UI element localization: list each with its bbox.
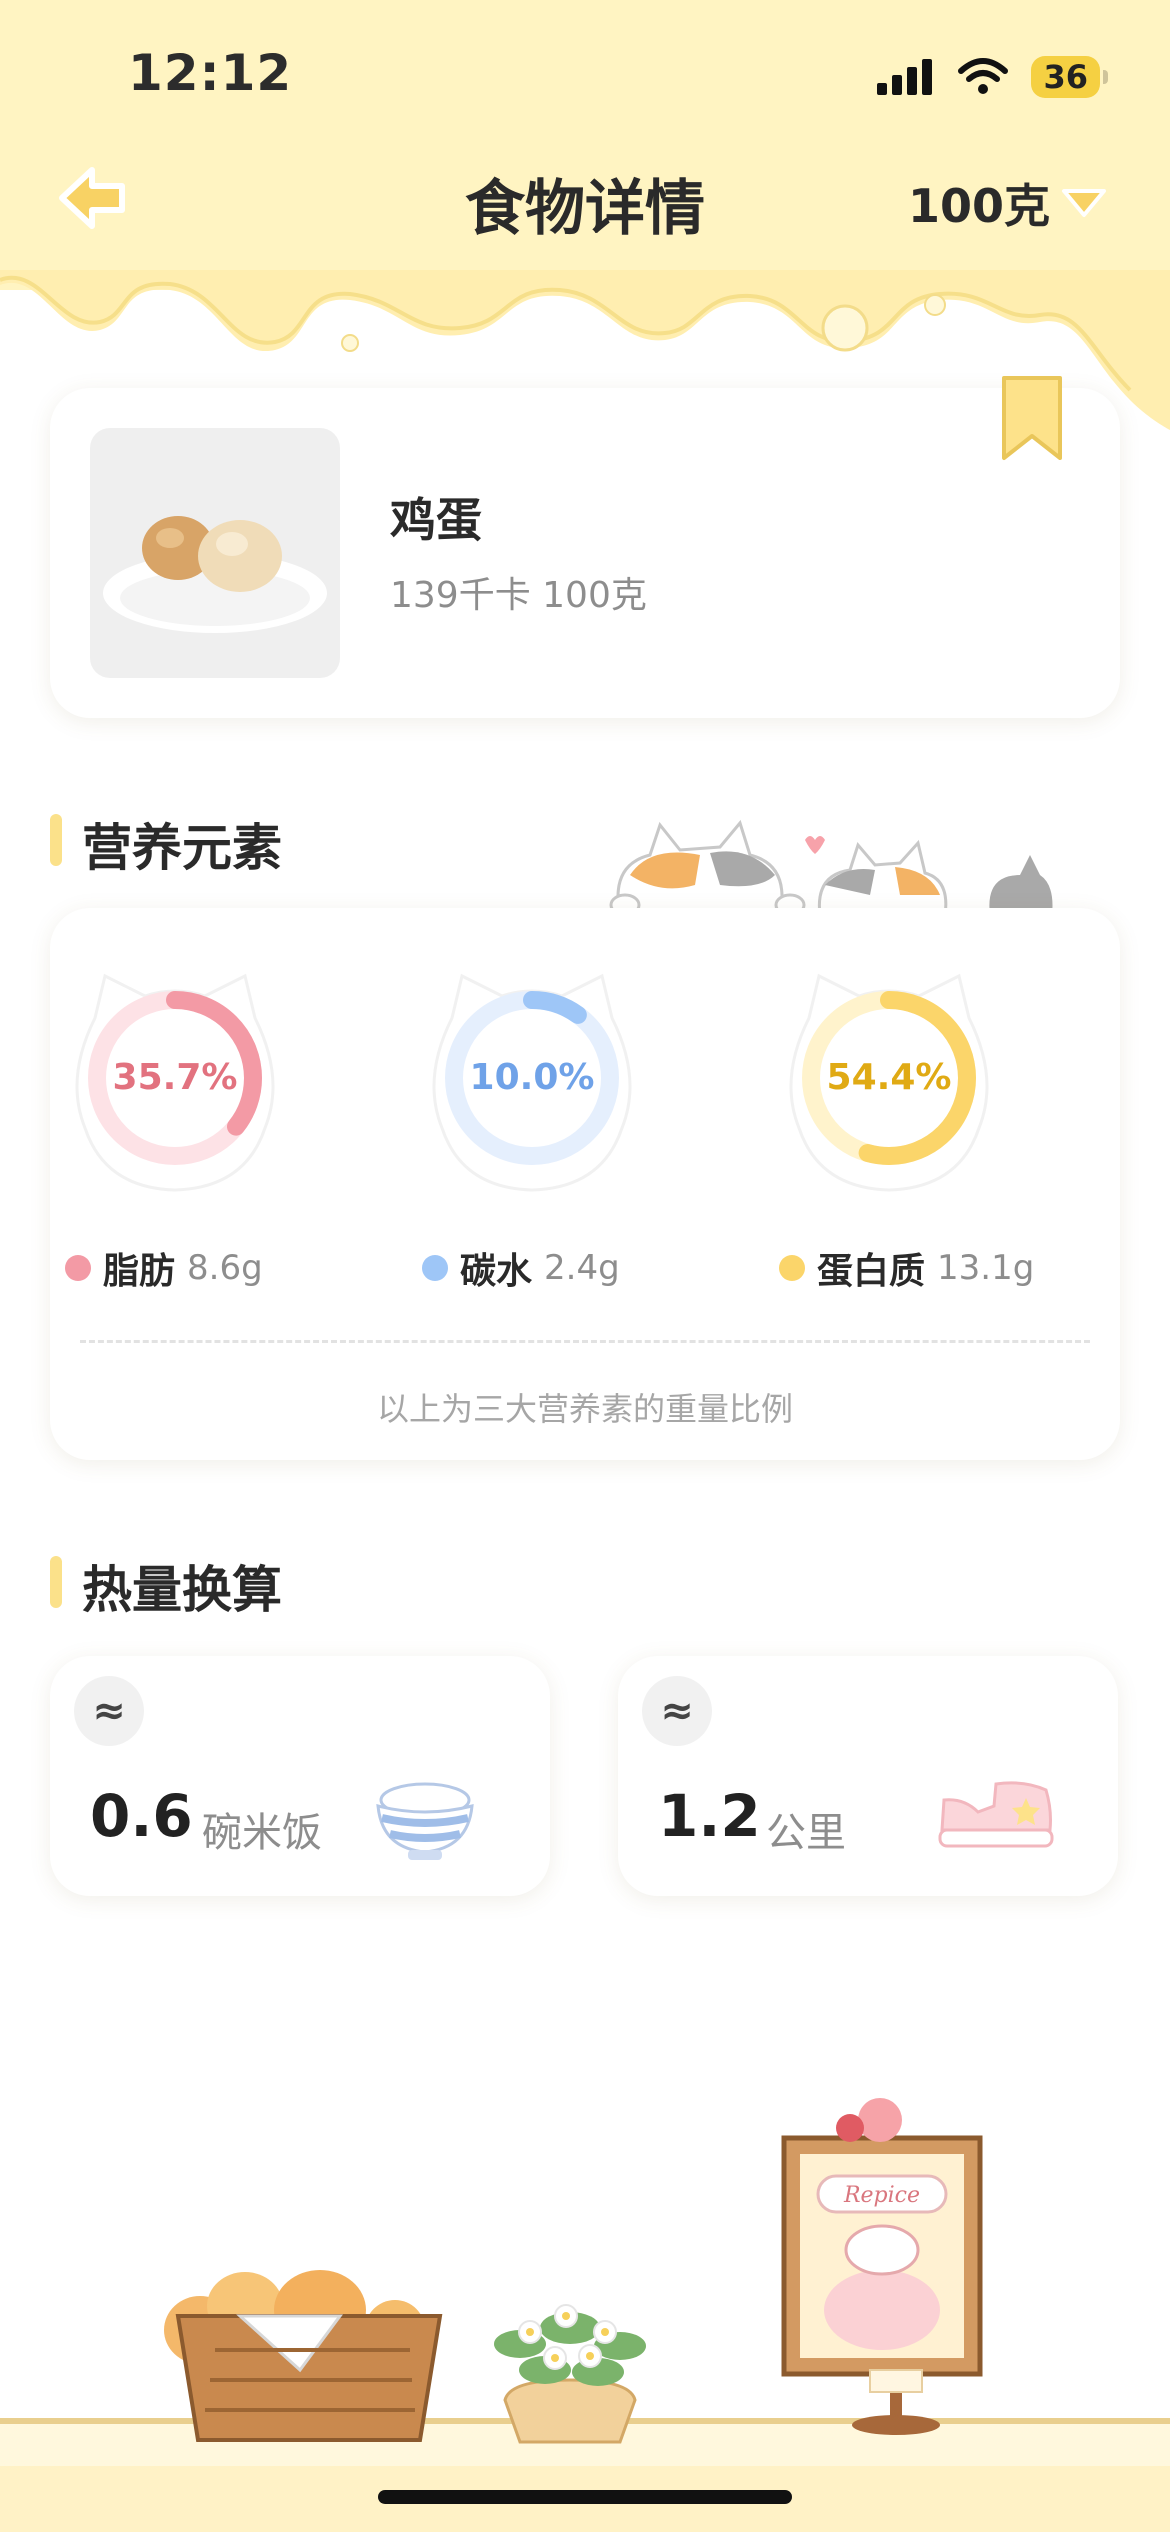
home-indicator [378,2490,792,2504]
approx-badge: ≈ [74,1676,144,1746]
nutrient-percent: 54.4% [826,1057,952,1098]
egg-plate-image [103,516,327,633]
nutrition-section-title: 营养元素 [82,819,282,877]
nutrient-ring-2: 54.4% [789,973,989,1192]
legend-dot [65,1255,91,1281]
nutrient-legend: 蛋白质 13.1g [779,1242,1034,1294]
bottom-decor-scene: Repice [0,2098,1170,2532]
rice-conversion-card: ≈ 0.6 碗米饭 [50,1656,550,1896]
legend-dot [422,1255,448,1281]
legend-dot [779,1255,805,1281]
section-marker [50,814,62,866]
nutrient-grams: 13.1g [937,1248,1035,1288]
walking-value: 1.2 [658,1782,761,1850]
food-name: 鸡蛋 [390,493,482,547]
nutrient-ring-1: 10.0% [432,973,632,1192]
cellular-signal-icon [877,59,933,95]
battery-indicator: 36 [1031,56,1108,98]
approx-badge: ≈ [642,1676,712,1746]
rice-bowl-icon [376,1782,474,1860]
nutrient-legend: 脂肪 8.6g [65,1242,263,1294]
status-time: 12:12 [128,44,293,102]
weight-value: 100克 [907,179,1050,233]
cats-decoration [609,819,1053,917]
nutrient-name: 脂肪 [103,1251,176,1292]
walking-conversion-card: ≈ 1.2 公里 [618,1656,1118,1896]
nutrient-grams: 2.4g [544,1248,620,1288]
nutrient-percent: 35.7% [112,1057,238,1098]
wifi-icon [958,58,1009,94]
weight-selector[interactable]: 100克 [908,170,1108,236]
nutrient-ring-0: 35.7% [75,973,275,1192]
status-icons: 36 [875,52,1108,102]
nutrient-grams: 8.6g [187,1248,263,1288]
food-calories-weight: 139千卡 100克 [390,575,647,616]
nutrition-note: 以上为三大营养素的重量比例 [376,1390,793,1428]
food-card: 鸡蛋 139千卡 100克 [50,376,1120,718]
food-image [90,428,340,678]
sign-text: Repice [843,2183,920,2208]
calories-section-title: 热量换算 [82,1561,282,1619]
rice-value: 0.6 [90,1782,193,1850]
rice-unit: 碗米饭 [202,1810,322,1856]
nutrition-card: 35.7% 脂肪 8.6g 10.0% 碳水 2.4g 54.4% 蛋白质 13.1g 以上为三… [50,908,1120,1460]
bookmark-icon[interactable] [1000,374,1064,464]
nutrient-name: 蛋白质 [817,1251,926,1292]
nutrient-legend: 碳水 2.4g [422,1242,620,1294]
dashed-divider [80,1340,1090,1343]
chevron-down-icon [1062,189,1106,217]
sneaker-icon [938,1781,1054,1848]
nutrient-percent: 10.0% [469,1057,595,1098]
section-marker [50,1556,62,1608]
nutrient-name: 碳水 [460,1251,533,1292]
walking-unit: 公里 [766,1810,846,1856]
